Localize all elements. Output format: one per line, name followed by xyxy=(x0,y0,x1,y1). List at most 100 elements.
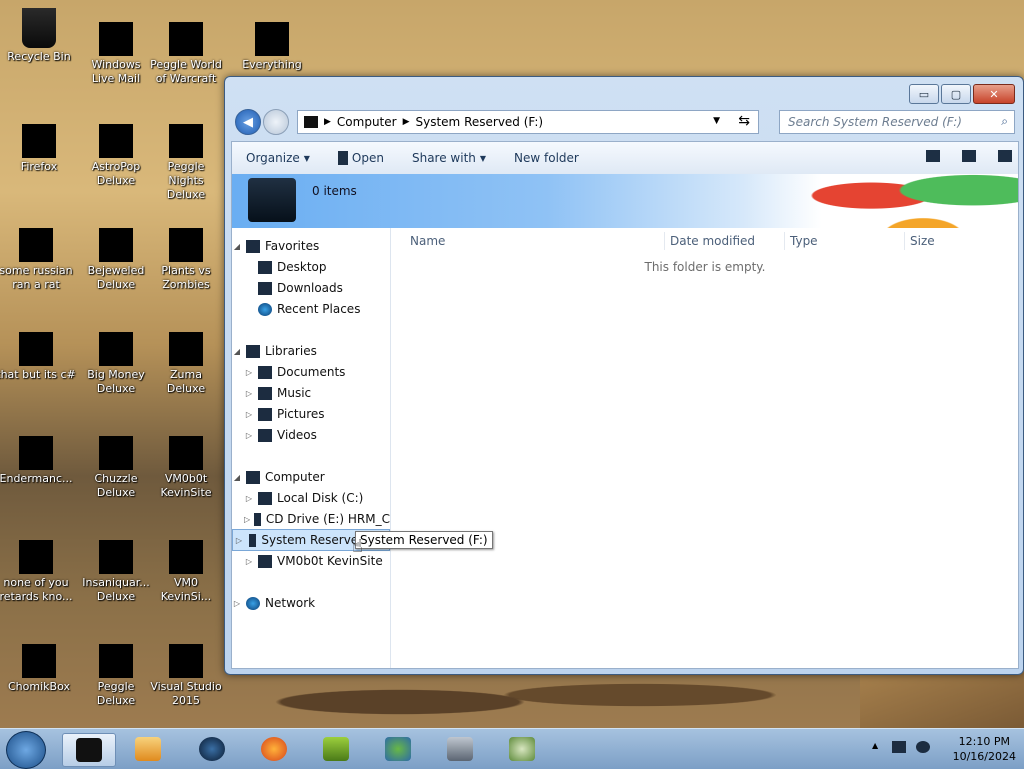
column-divider[interactable] xyxy=(664,232,665,250)
nav-vm0b0t-kevinsite[interactable]: ▷ VM0b0t KevinSite xyxy=(244,551,402,571)
desktop-icon-endermanc[interactable]: Endermanc... xyxy=(0,422,76,486)
refresh-icon[interactable]: ⇆ xyxy=(738,113,750,129)
desktop-icon-zuma[interactable]: Zuma Deluxe xyxy=(150,318,222,396)
nav-documents[interactable]: ▷ Documents xyxy=(244,362,402,382)
computer-icon xyxy=(246,470,260,484)
peggle-deluxe-icon xyxy=(99,644,133,678)
search-input[interactable]: Search System Reserved (F:) ⌕ xyxy=(779,110,1015,134)
arrow-left-icon: ◀ xyxy=(243,114,253,130)
nav-desktop[interactable]: Desktop xyxy=(244,257,402,277)
collapsed-icon[interactable]: ▷ xyxy=(244,389,254,398)
nav-computer[interactable]: ◢ Computer xyxy=(232,467,390,487)
collapsed-icon[interactable]: ▷ xyxy=(244,494,254,503)
new-folder-button[interactable]: New folder xyxy=(514,151,579,165)
desktop-icon-vm0-kevinsite[interactable]: VM0 KevinSi... xyxy=(150,526,222,604)
desktop-icon-russian-rat[interactable]: some russian ran a rat xyxy=(0,214,76,292)
chevron-right-icon[interactable]: ▶ xyxy=(324,117,331,127)
collapsed-icon[interactable]: ▷ xyxy=(244,557,254,566)
nav-favorites[interactable]: ◢ Favorites xyxy=(232,236,390,256)
nav-network[interactable]: ▷ Network xyxy=(232,593,390,613)
back-button[interactable]: ◀ xyxy=(235,109,261,135)
column-date-modified[interactable]: Date modified xyxy=(670,234,755,248)
column-divider[interactable] xyxy=(784,232,785,250)
open-button[interactable]: Open xyxy=(337,151,384,165)
nav-music[interactable]: ▷ Music xyxy=(244,383,402,403)
nav-videos[interactable]: ▷ Videos xyxy=(244,425,402,445)
desktop-icon-insaniquarium[interactable]: Insaniquar... Deluxe xyxy=(80,526,152,604)
hard-drive-icon xyxy=(248,178,296,222)
desktop-icon-astropop[interactable]: AstroPop Deluxe xyxy=(80,110,152,188)
desktop-icon-chomikbox[interactable]: ChomikBox xyxy=(3,630,75,694)
details-banner: 0 items xyxy=(232,174,1018,228)
desktop-icon-visual-studio[interactable]: Visual Studio 2015 xyxy=(150,630,222,708)
nav-local-disk[interactable]: ▷ Local Disk (C:) xyxy=(244,488,402,508)
taskbar-media-player[interactable] xyxy=(122,733,174,765)
desktop-icon-peggle-deluxe[interactable]: Peggle Deluxe xyxy=(80,630,152,708)
windows-logo-watermark xyxy=(792,174,1018,228)
taskbar-messenger[interactable] xyxy=(372,733,424,765)
desktop-icon-recycle-bin[interactable]: Recycle Bin xyxy=(3,6,75,64)
desktop-icon-peggle-wow[interactable]: Peggle World of Warcraft xyxy=(150,6,222,86)
preview-pane-icon[interactable] xyxy=(962,150,976,162)
nav-cd-drive[interactable]: ▷ CD Drive (E:) HRM_C xyxy=(244,509,390,529)
desktop-icon-vm0b0t[interactable]: VM0b0t KevinSite xyxy=(150,422,222,500)
start-button[interactable] xyxy=(6,731,46,769)
recent-places-icon xyxy=(258,302,272,316)
address-bar[interactable]: ▶ Computer ▶ System Reserved (F:) ▼ ⇆ xyxy=(297,110,759,134)
taskbar-counter-strike[interactable] xyxy=(434,733,486,765)
taskbar-firefox[interactable] xyxy=(248,733,300,765)
column-name[interactable]: Name xyxy=(410,234,445,248)
expanded-icon[interactable]: ◢ xyxy=(232,242,242,251)
close-button[interactable]: ✕ xyxy=(973,84,1015,104)
forward-button[interactable] xyxy=(263,109,289,135)
desktop-icon-peggle-nights[interactable]: Peggle Nights Deluxe xyxy=(150,110,222,202)
desktop-icon-chuzzle[interactable]: Chuzzle Deluxe xyxy=(80,422,152,500)
chevron-down-icon[interactable]: ▼ xyxy=(713,116,720,126)
nav-downloads[interactable]: Downloads xyxy=(244,278,402,298)
desktop-icon-everything[interactable]: Everything xyxy=(236,6,308,72)
taskbar-explorer[interactable] xyxy=(62,733,116,767)
column-size[interactable]: Size xyxy=(910,234,935,248)
desktop-icon-windows-live-mail[interactable]: Windows Live Mail xyxy=(80,6,152,86)
desktop-icon-big-money[interactable]: Big Money Deluxe xyxy=(80,318,152,396)
chevron-down-icon: ▼ xyxy=(479,153,487,163)
network-tray-icon[interactable] xyxy=(892,741,906,753)
desktop-icon-firefox[interactable]: Firefox xyxy=(3,110,75,174)
collapsed-icon[interactable]: ▷ xyxy=(232,599,242,608)
breadcrumb-computer[interactable]: Computer xyxy=(337,115,397,129)
explorer-window[interactable]: ▭ ▢ ✕ ◀ ▶ Computer ▶ System Reserved (F:… xyxy=(224,76,1024,675)
desktop-icon-bejeweled[interactable]: Bejeweled Deluxe xyxy=(80,214,152,292)
collapsed-icon[interactable]: ▷ xyxy=(244,368,254,377)
change-view-icon[interactable] xyxy=(926,150,940,162)
column-divider[interactable] xyxy=(904,232,905,250)
desktop-icon-that-but-csharp[interactable]: that but its c# xyxy=(0,318,76,382)
collapsed-icon[interactable]: ▷ xyxy=(244,515,250,524)
expanded-icon[interactable]: ◢ xyxy=(232,473,242,482)
nav-libraries[interactable]: ◢ Libraries xyxy=(232,341,390,361)
collapsed-icon[interactable]: ▷ xyxy=(233,536,245,545)
clock[interactable]: 12:10 PM 10/16/2024 xyxy=(953,734,1016,764)
search-icon[interactable]: ⌕ xyxy=(1001,114,1008,129)
desktop-icon-plants-vs-zombies[interactable]: Plants vs Zombies xyxy=(150,214,222,292)
collapsed-icon[interactable]: ▷ xyxy=(244,410,254,419)
organize-button[interactable]: Organize ▼ xyxy=(246,151,310,165)
expanded-icon[interactable]: ◢ xyxy=(232,347,242,356)
taskbar-chomikbox[interactable] xyxy=(310,733,362,765)
taskbar-plants-vs-zombies[interactable] xyxy=(496,733,548,765)
help-icon[interactable] xyxy=(998,150,1012,162)
show-hidden-icons[interactable]: ▲ xyxy=(872,741,878,753)
chevron-down-icon: ▼ xyxy=(303,153,310,163)
taskbar-globe[interactable] xyxy=(186,733,238,765)
volume-tray-icon[interactable] xyxy=(916,741,930,753)
desktop-icon-none-of-you[interactable]: none of you retards kno... xyxy=(0,526,76,604)
maximize-button[interactable]: ▢ xyxy=(941,84,971,104)
nav-recent-places[interactable]: Recent Places xyxy=(244,299,402,319)
column-type[interactable]: Type xyxy=(790,234,818,248)
chevron-right-icon[interactable]: ▶ xyxy=(403,117,410,127)
collapsed-icon[interactable]: ▷ xyxy=(244,431,254,440)
insaniquarium-icon xyxy=(99,540,133,574)
minimize-button[interactable]: ▭ xyxy=(909,84,939,104)
breadcrumb-system-reserved[interactable]: System Reserved (F:) xyxy=(416,115,544,129)
nav-pictures[interactable]: ▷ Pictures xyxy=(244,404,402,424)
share-with-button[interactable]: Share with ▼ xyxy=(412,151,486,165)
